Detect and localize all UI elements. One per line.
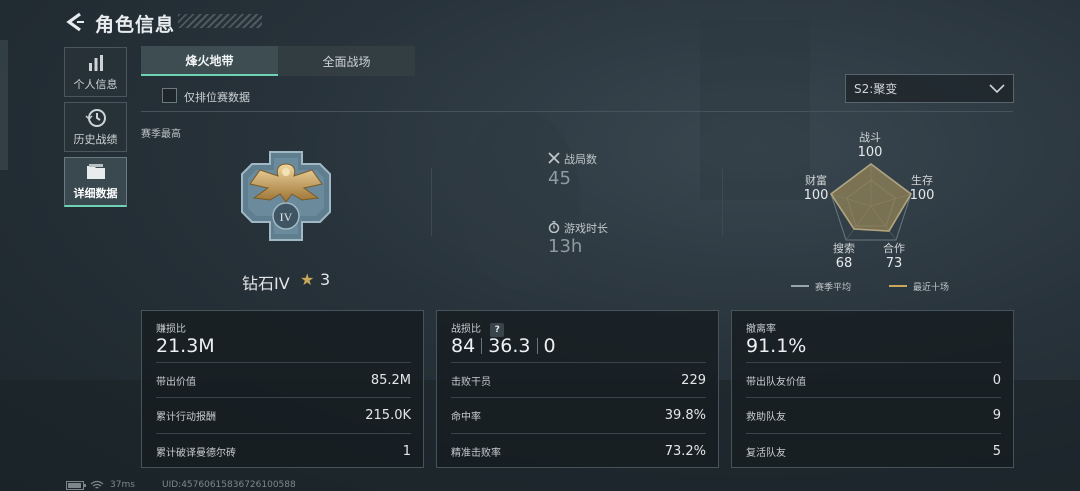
divider (141, 111, 1013, 112)
profit-label: 赚损比 (156, 324, 186, 335)
profit-value: 21.3M (156, 335, 215, 357)
rank-roman-numeral: IV (280, 210, 293, 224)
playtime-label: 游戏时长 (564, 222, 608, 235)
divider (722, 168, 723, 236)
uid-text: UID:457606158367261005​88 (162, 480, 296, 490)
radar-axis-label: 财富 (805, 174, 827, 187)
stat-row-label: 累计破译曼德尔砖 (156, 448, 236, 459)
bar-chart-icon (88, 54, 103, 71)
stopwatch-icon (548, 221, 560, 233)
page-title: 角色信息 (95, 14, 176, 36)
legend-label: 最近十场 (913, 283, 950, 293)
stat-row: 累计行动报酬 215.0K (156, 397, 411, 433)
ping-text: 37ms (110, 480, 135, 490)
divider (431, 168, 432, 236)
radar-axis-label: 合作 (883, 242, 905, 255)
stat-row-label: 命中率 (451, 412, 481, 423)
title-decoration (178, 14, 262, 28)
stat-row-label: 带出价值 (156, 377, 196, 388)
battery-icon (66, 481, 86, 490)
stat-row-value: 1 (402, 444, 411, 459)
stat-row: 带出队友价值 0 (746, 362, 1001, 398)
third-value: 0 (543, 335, 556, 357)
sidebar-item-label: 历史战绩 (73, 132, 118, 146)
sidebar-item-label: 个人信息 (73, 77, 118, 91)
radar-recent-series (829, 163, 913, 232)
stat-row: 累计破译曼德尔砖 1 (156, 433, 411, 469)
sidebar-item-detailed-data[interactable]: 详细数据 (64, 157, 127, 207)
stat-row-value: 39.8% (664, 408, 706, 423)
back-arrow-icon[interactable] (64, 11, 86, 33)
stat-row: 复活队友 5 (746, 433, 1001, 469)
extract-value: 91.1% (746, 335, 807, 357)
stat-row-value: 85.2M (370, 373, 411, 388)
stat-row-label: 复活队友 (746, 448, 786, 459)
combat-ratio: 84 36.3 0 (451, 335, 556, 357)
crossed-swords-icon (548, 152, 560, 164)
legend-swatch-average (791, 285, 809, 287)
radar-axis-label: 搜索 (833, 242, 855, 255)
extract-card: 撤离率 91.1% 带出队友价值 0 救助队友 9 复活队友 5 (731, 310, 1014, 468)
star-icon: ★ (300, 270, 315, 289)
stat-row-value: 9 (992, 408, 1001, 423)
chevron-down-icon (989, 84, 1005, 94)
stat-row-label: 带出队友价值 (746, 377, 806, 388)
stat-row-value: 215.0K (365, 408, 411, 423)
radar-axis-value: 73 (885, 256, 903, 271)
rank-star-count: 3 (320, 270, 331, 289)
radar-axis-value: 100 (909, 188, 935, 203)
radar-axis-value: 100 (857, 145, 883, 160)
stat-row-label: 精准击败率 (451, 448, 501, 459)
radar-axis-value: 100 (803, 188, 829, 203)
combat-card: 战损比 ? 84 36.3 0 击败干员 229 命中率 39.8% 精准击败率 7… (436, 310, 719, 468)
season-dropdown-value: S2:聚变 (854, 82, 898, 96)
stat-row: 精准击败率 73.2% (451, 433, 706, 469)
rank-name: 钻石IV (242, 274, 290, 293)
sidebar-item-label: 详细数据 (73, 187, 118, 200)
stat-row: 击败干员 229 (451, 362, 706, 398)
deaths-value: 36.3 (488, 335, 531, 357)
stat-row-value: 73.2% (664, 444, 706, 459)
radar-axis-value: 68 (835, 256, 853, 271)
profit-card: 赚损比 21.3M 带出价值 85.2M 累计行动报酬 215.0K 累计破译曼… (141, 310, 424, 468)
combat-label-text: 战损比 (451, 324, 481, 335)
playtime-value: 13h (548, 236, 583, 257)
extract-label: 撤离率 (746, 324, 776, 335)
stat-row-value: 0 (992, 373, 1001, 388)
legend-swatch-recent (889, 285, 907, 287)
stat-row-label: 击败干员 (451, 377, 491, 388)
folder-icon (86, 164, 105, 179)
clock-history-icon (84, 108, 106, 127)
radar-axis-label: 战斗 (859, 131, 881, 144)
rank-emblem-icon: IV (241, 151, 331, 241)
ranked-only-label: 仅排位赛数据 (184, 91, 250, 104)
stat-row: 救助队友 9 (746, 397, 1001, 433)
ranked-only-checkbox[interactable] (162, 88, 177, 103)
stat-row-value: 229 (681, 373, 706, 388)
stat-row: 命中率 39.8% (451, 397, 706, 433)
stat-row: 带出价值 85.2M (156, 362, 411, 398)
matches-value: 45 (548, 168, 571, 189)
kills-value: 84 (451, 335, 476, 357)
sidebar-item-history[interactable]: 历史战绩 (64, 102, 127, 152)
stat-row-label: 救助队友 (746, 412, 786, 423)
sidebar-item-personal-info[interactable]: 个人信息 (64, 47, 127, 97)
wifi-icon (90, 480, 104, 489)
matches-label: 战局数 (564, 153, 597, 166)
stat-row-value: 5 (992, 444, 1001, 459)
tab-hazard-zone[interactable]: 烽火地带 (141, 46, 278, 76)
tab-all-out-warfare[interactable]: 全面战场 (278, 46, 415, 76)
season-best-label: 赛季最高 (141, 129, 181, 140)
season-dropdown[interactable]: S2:聚变 (845, 74, 1014, 103)
legend-label: 赛季平均 (815, 283, 852, 293)
stat-row-label: 累计行动报酬 (156, 412, 216, 423)
radar-axis-label: 生存 (911, 174, 933, 187)
